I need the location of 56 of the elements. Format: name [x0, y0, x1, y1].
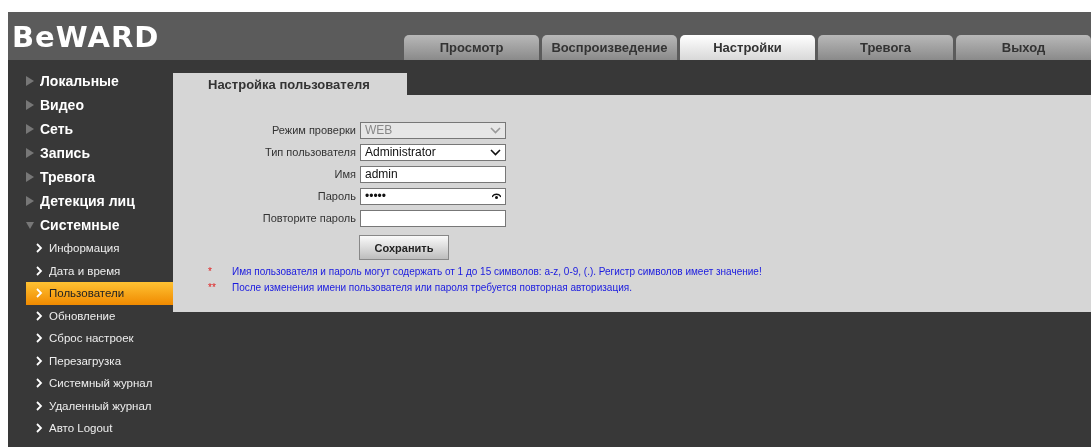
right-triangle-icon — [26, 148, 34, 158]
note-mark: ** — [208, 282, 217, 293]
right-triangle-icon — [26, 196, 34, 206]
logo: BeWARD — [11, 19, 160, 54]
field-label: Тип пользователя — [263, 146, 356, 158]
note-mark: * — [208, 266, 213, 277]
field-label: Имя — [333, 168, 356, 180]
chevron-icon — [36, 333, 43, 344]
right-triangle-icon — [26, 100, 34, 110]
chevron-icon — [36, 265, 43, 276]
chevron-icon — [36, 355, 43, 366]
sidebar-subitem[interactable]: Авто Logout — [26, 417, 173, 440]
sidebar-subitem[interactable]: Перезагрузка — [26, 349, 173, 372]
input-field[interactable]: admin — [360, 165, 506, 183]
right-triangle-icon — [26, 76, 34, 86]
nav-tab[interactable]: Выход — [956, 35, 1091, 60]
right-triangle-icon — [26, 124, 34, 134]
note-text: После изменения имени пользователя или пароля требуется повторная авторизация. — [232, 282, 632, 293]
chevron-icon — [36, 400, 43, 411]
sidebar-subitem[interactable]: Информация — [26, 237, 173, 260]
sidebar-subitem[interactable]: Дата и время — [26, 259, 173, 282]
sidebar-item[interactable]: Тревога — [8, 165, 173, 189]
sidebar-item[interactable]: Видео — [8, 93, 173, 117]
sidebar-item[interactable]: Системные — [8, 213, 173, 237]
sidebar-subitem[interactable]: Системный журнал — [26, 372, 173, 395]
input-field[interactable]: ••••• — [360, 187, 506, 205]
field-label: Повторите пароль — [261, 212, 356, 224]
sidebar-subitem[interactable]: Обновление — [26, 304, 173, 327]
sidebar-item[interactable]: Локальные — [8, 69, 173, 93]
caret-icon — [490, 148, 501, 156]
field-label: Режим проверки — [270, 124, 356, 136]
sidebar-subitem[interactable]: Пользователи — [26, 282, 173, 305]
input-field[interactable] — [360, 209, 506, 227]
sidebar-subitem[interactable]: Удаленный журнал — [26, 394, 173, 417]
nav-tab[interactable]: Тревога — [818, 35, 953, 60]
chevron-icon — [36, 378, 43, 389]
sidebar-subitem[interactable]: Сброс настроек — [26, 327, 173, 350]
right-triangle-icon — [26, 172, 34, 182]
eye-icon[interactable] — [492, 193, 501, 199]
sidebar-item[interactable]: Запись — [8, 141, 173, 165]
field-label: Пароль — [316, 190, 356, 202]
sidebar-item[interactable]: Детекция лиц — [8, 189, 173, 213]
note-text: Имя пользователя и пароль могут содержать от 1 до 15 символов: a-z, 0-9, (.). Регистр символов имеет значение! — [232, 266, 762, 277]
nav-tab[interactable]: Просмотр — [404, 35, 539, 60]
chevron-icon — [36, 423, 43, 434]
caret-icon — [490, 126, 501, 134]
down-triangle-icon — [26, 220, 34, 230]
nav-tab[interactable]: Настройки — [680, 35, 815, 60]
sidebar-item[interactable]: Сеть — [8, 117, 173, 141]
chevron-icon — [36, 310, 43, 321]
chevron-icon — [36, 243, 43, 254]
dropdown[interactable]: Administrator — [360, 143, 506, 161]
nav-tab[interactable]: Воспроизведение — [542, 35, 677, 60]
panel-tab[interactable]: Настройка пользователя — [173, 73, 407, 95]
save-button[interactable]: Сохранить — [359, 235, 449, 260]
chevron-icon — [36, 288, 43, 299]
